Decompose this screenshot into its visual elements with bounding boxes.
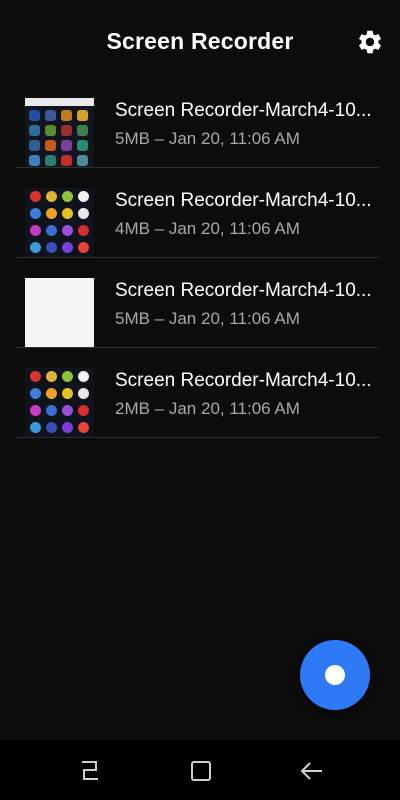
record-button[interactable] bbox=[300, 640, 370, 710]
recording-meta: 5MB – Jan 20, 11:06 AM bbox=[115, 129, 300, 148]
recording-title: Screen Recorder-March4-10... bbox=[115, 100, 372, 121]
recording-title: Screen Recorder-March4-10... bbox=[115, 190, 372, 211]
recording-thumbnail bbox=[25, 368, 94, 437]
recording-thumbnail bbox=[25, 278, 94, 347]
recording-thumbnail bbox=[25, 98, 94, 167]
back-button[interactable] bbox=[298, 757, 326, 785]
recent-apps-icon bbox=[82, 761, 98, 780]
page-title: Screen Recorder bbox=[106, 28, 294, 54]
recording-item[interactable]: Screen Recorder-March4-10... 5MB – Jan 2… bbox=[16, 258, 380, 348]
home-button[interactable] bbox=[187, 757, 215, 785]
recording-thumbnail bbox=[25, 188, 94, 257]
status-bar bbox=[0, 0, 400, 8]
gear-icon bbox=[359, 30, 381, 54]
recording-meta: 2MB – Jan 20, 11:06 AM bbox=[115, 399, 300, 418]
recording-title: Screen Recorder-March4-10... bbox=[115, 370, 372, 391]
recording-item[interactable]: Screen Recorder-March4-10... 4MB – Jan 2… bbox=[16, 168, 380, 258]
recording-title: Screen Recorder-March4-10... bbox=[115, 280, 372, 301]
recording-meta: 4MB – Jan 20, 11:06 AM bbox=[115, 219, 300, 238]
home-icon bbox=[191, 761, 211, 781]
recent-apps-button[interactable] bbox=[76, 757, 104, 785]
recording-item[interactable]: Screen Recorder-March4-10... 2MB – Jan 2… bbox=[16, 348, 380, 438]
recording-meta: 5MB – Jan 20, 11:06 AM bbox=[115, 309, 300, 328]
system-navigation-bar bbox=[0, 740, 400, 800]
record-icon bbox=[325, 665, 345, 685]
recording-item[interactable]: Screen Recorder-March4-10... 5MB – Jan 2… bbox=[16, 78, 380, 168]
recordings-list: Screen Recorder-March4-10... 5MB – Jan 2… bbox=[16, 78, 380, 438]
back-icon bbox=[300, 762, 322, 780]
settings-button[interactable] bbox=[356, 28, 384, 56]
app-bar: Screen Recorder bbox=[0, 8, 400, 80]
